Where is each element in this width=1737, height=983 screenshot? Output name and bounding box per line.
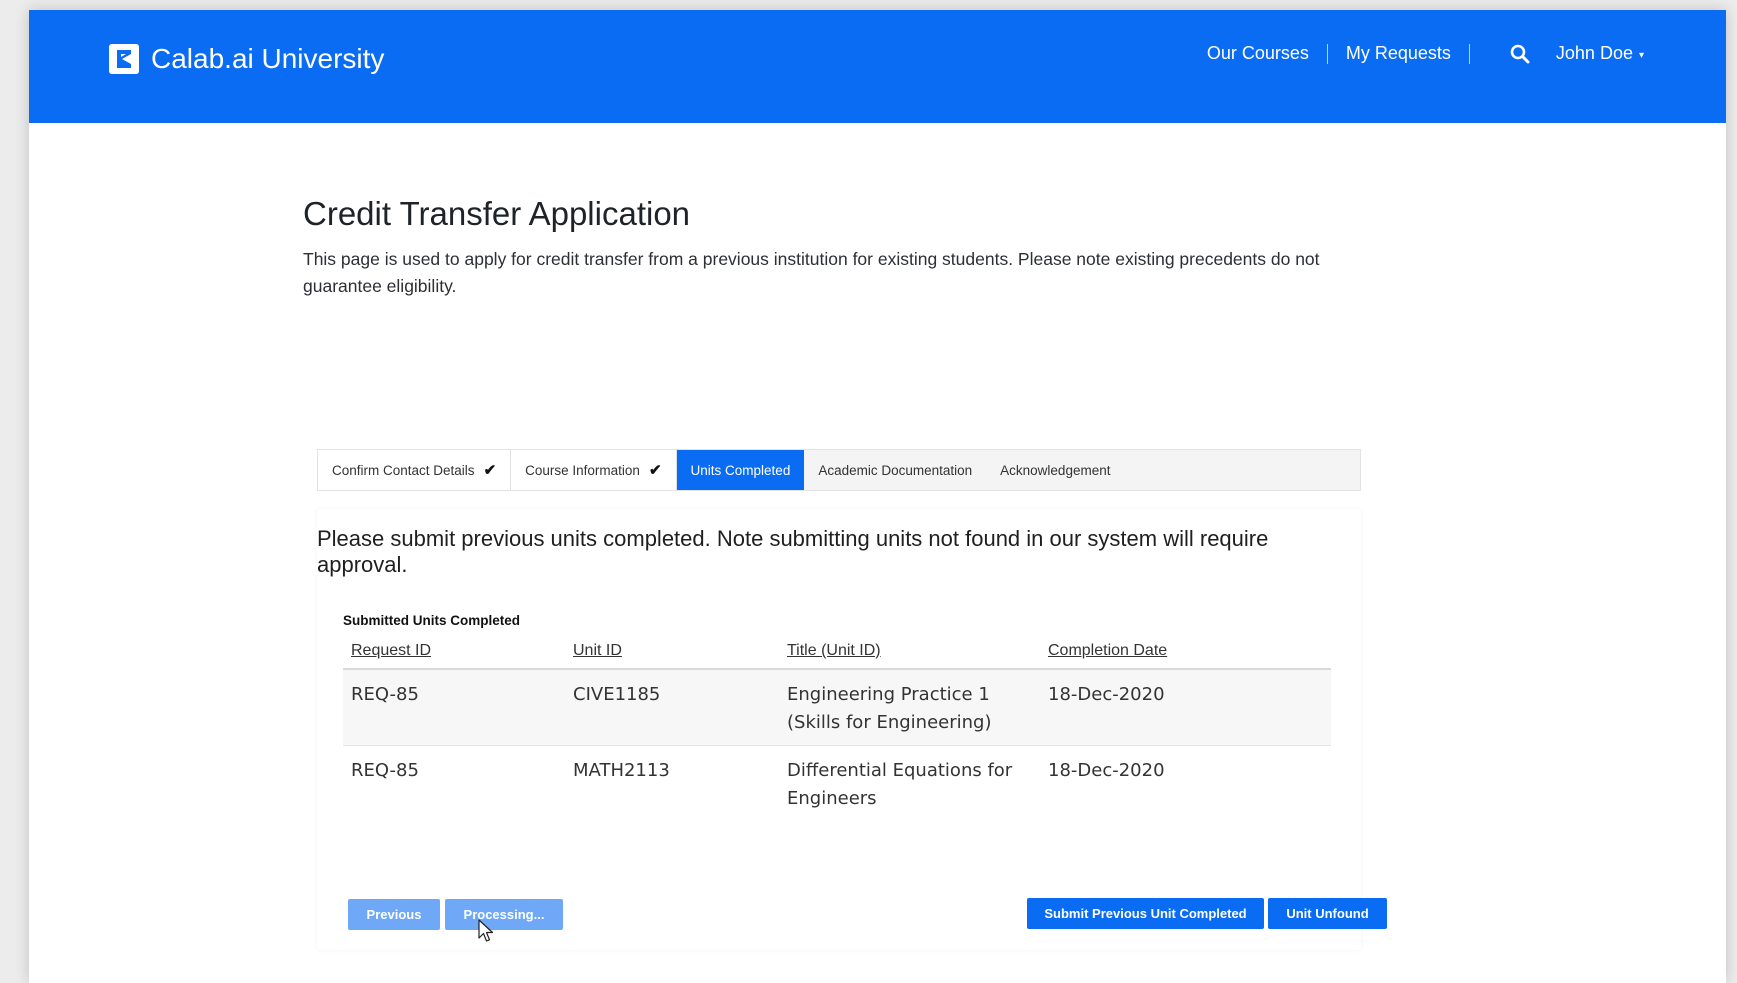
search-icon[interactable] (1510, 44, 1530, 64)
table-row: REQ-85 CIVE1185 Engineering Practice 1 (… (343, 669, 1331, 746)
user-menu[interactable]: John Doe ▾ (1556, 43, 1644, 64)
cell-title: Differential Equations for Engineers (787, 760, 1013, 809)
step-label: Units Completed (690, 462, 791, 478)
units-completed-panel: Please submit previous units completed. … (317, 509, 1361, 950)
submit-previous-unit-button[interactable]: Submit Previous Unit Completed (1027, 898, 1264, 929)
unit-unfound-button[interactable]: Unit Unfound (1268, 898, 1387, 929)
step-confirm-contact-details[interactable]: Confirm Contact Details ✔ (318, 450, 512, 490)
checkmark-icon: ✔ (648, 462, 662, 479)
cell-unit-id: MATH2113 (573, 760, 670, 781)
step-academic-documentation[interactable]: Academic Documentation (804, 450, 986, 490)
column-header-title[interactable]: Title (Unit ID) (779, 635, 1040, 670)
panel-instructions: Please submit previous units completed. … (317, 526, 1269, 577)
column-header-completion-date[interactable]: Completion Date (1040, 635, 1331, 670)
cell-title: Engineering Practice 1 (Skills for Engin… (779, 669, 1040, 746)
submitted-units-table: Request ID Unit ID Title (Unit ID) Compl… (343, 635, 1331, 821)
cell-request-id: REQ-85 (351, 760, 419, 781)
step-label: Acknowledgement (1000, 462, 1111, 478)
page-intro: This page is used to apply for credit tr… (303, 249, 1320, 296)
section-label: Submitted Units Completed (343, 613, 521, 628)
cell-completion-date: 18-Dec-2020 (1048, 760, 1165, 781)
mouse-pointer-icon (478, 919, 494, 948)
column-header-unit-id[interactable]: Unit ID (565, 635, 779, 670)
caret-down-icon: ▾ (1638, 50, 1644, 61)
step-label: Academic Documentation (818, 462, 973, 478)
wizard-steps: Confirm Contact Details ✔ Course Informa… (317, 449, 1361, 491)
nav-divider (1468, 43, 1470, 64)
column-header-request-id[interactable]: Request ID (343, 635, 565, 670)
cell-request-id: REQ-85 (343, 669, 565, 746)
main-nav: Our Courses My Requests John Doe ▾ (1207, 43, 1644, 64)
previous-button[interactable]: Previous (348, 899, 440, 930)
calab-logo-icon (109, 44, 139, 74)
step-course-information[interactable]: Course Information ✔ (511, 450, 677, 490)
top-navbar: Calab.ai University Our Courses My Reque… (29, 10, 1726, 123)
table-row: REQ-85 MATH2113 Differential Equations f… (343, 746, 1331, 822)
brand[interactable]: Calab.ai University (109, 43, 384, 75)
step-acknowledgement[interactable]: Acknowledgement (986, 450, 1124, 490)
nav-my-requests[interactable]: My Requests (1346, 43, 1451, 64)
step-label: Confirm Contact Details (332, 462, 475, 478)
nav-divider (1326, 43, 1328, 64)
cell-completion-date: 18-Dec-2020 (1040, 669, 1331, 746)
nav-our-courses[interactable]: Our Courses (1207, 43, 1309, 64)
cell-unit-id: CIVE1185 (565, 669, 779, 746)
page-title: Credit Transfer Application (303, 195, 691, 232)
table-header-row: Request ID Unit ID Title (Unit ID) Compl… (343, 635, 1331, 670)
step-units-completed[interactable]: Units Completed (676, 450, 805, 490)
processing-button[interactable]: Processing... (445, 899, 563, 930)
checkmark-icon: ✔ (483, 462, 497, 479)
brand-name: Calab.ai University (151, 43, 385, 74)
step-label: Course Information (525, 462, 640, 478)
user-name: John Doe (1555, 43, 1633, 63)
